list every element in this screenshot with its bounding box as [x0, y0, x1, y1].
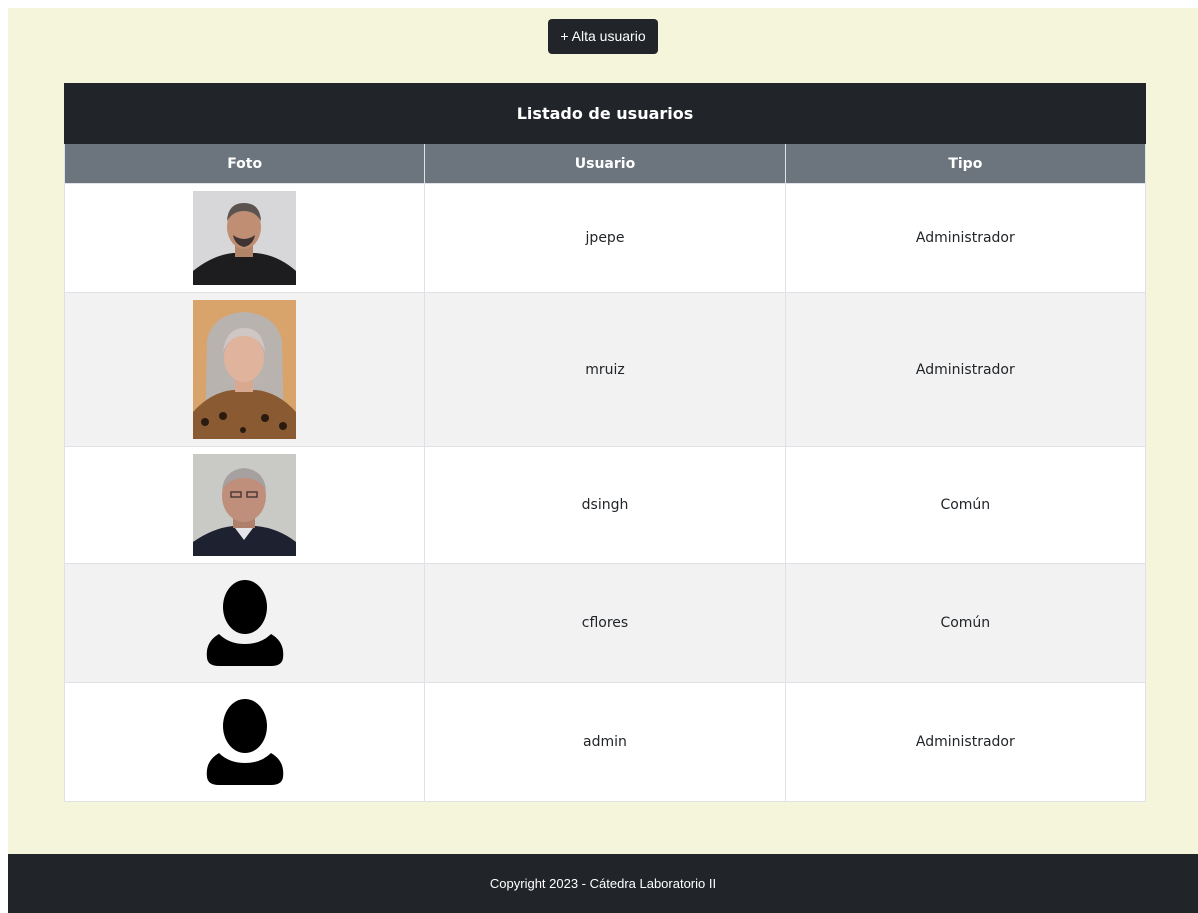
column-header-tipo: Tipo [784, 143, 1147, 184]
photo-cell [63, 446, 426, 564]
user-type-cell: Común [784, 446, 1147, 564]
table-row: jpepe Administrador [63, 183, 1147, 293]
user-type-cell: Común [784, 563, 1147, 683]
toolbar: + Alta usuario [8, 19, 1198, 54]
page-container: + Alta usuario Listado de usuarios Foto … [8, 8, 1198, 913]
user-photo [193, 300, 297, 439]
user-type-cell: Administrador [784, 183, 1147, 293]
table-header-row: Foto Usuario Tipo [63, 143, 1147, 184]
photo-cell [63, 183, 426, 293]
username-cell: mruiz [424, 292, 786, 447]
table-row: cflores Común [63, 563, 1147, 683]
username-cell: dsingh [424, 446, 786, 564]
table-caption: Listado de usuarios [64, 83, 1146, 144]
table-row: mruiz Administrador [63, 292, 1147, 447]
column-header-foto: Foto [63, 143, 426, 184]
table-row: dsingh Común [63, 446, 1147, 564]
user-type-cell: Administrador [784, 292, 1147, 447]
table-row: admin Administrador [63, 682, 1147, 802]
photo-cell [63, 292, 426, 447]
user-placeholder-icon [66, 580, 423, 666]
users-table: Listado de usuarios Foto Usuario Tipo jp… [63, 83, 1147, 802]
user-placeholder-icon [66, 699, 423, 785]
table-caption-row: Listado de usuarios [64, 83, 1146, 144]
user-type-cell: Administrador [784, 682, 1147, 802]
photo-cell [63, 563, 426, 683]
footer: Copyright 2023 - Cátedra Laboratorio II [8, 854, 1198, 913]
footer-copyright: Copyright 2023 - Cátedra Laboratorio II [489, 876, 717, 891]
column-header-usuario: Usuario [424, 143, 786, 184]
photo-cell [63, 682, 426, 802]
user-photo [193, 454, 297, 556]
username-cell: cflores [424, 563, 786, 683]
add-user-button[interactable]: + Alta usuario [548, 19, 658, 54]
user-photo [193, 191, 297, 285]
username-cell: jpepe [424, 183, 786, 293]
users-table-container: Listado de usuarios Foto Usuario Tipo jp… [63, 83, 1147, 802]
username-cell: admin [424, 682, 786, 802]
